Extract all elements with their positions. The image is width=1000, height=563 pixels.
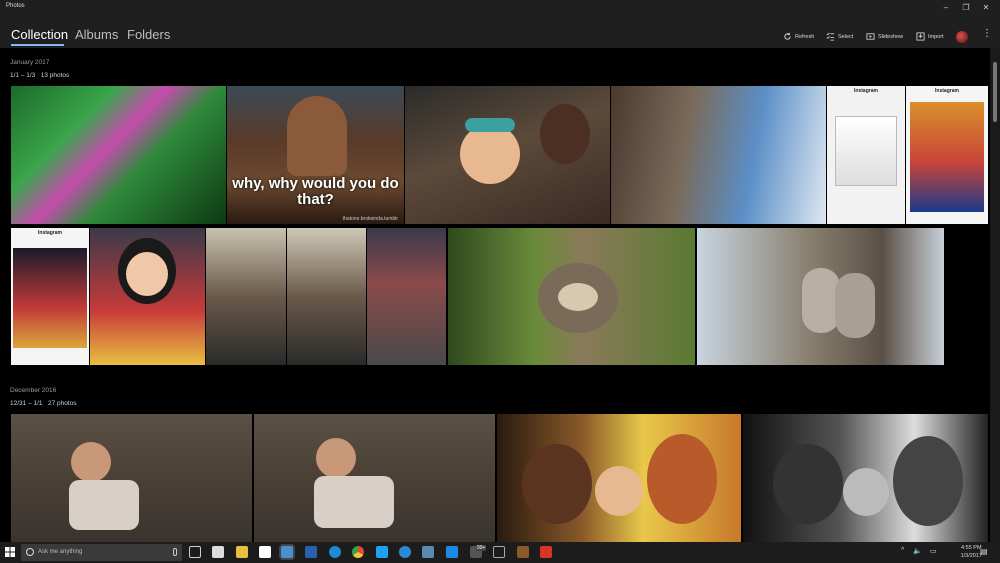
instagram-header: Instagram — [854, 88, 878, 94]
instagram-header-3: Instagram — [38, 230, 62, 236]
cortana-circle-icon — [26, 548, 34, 556]
group-title-january: January 2017 — [10, 59, 50, 66]
refresh-icon — [784, 32, 791, 40]
photo-family-color[interactable] — [497, 414, 741, 542]
minimize-button[interactable]: – — [940, 2, 952, 14]
group-photo-count: 13 photos — [40, 72, 70, 79]
tab-collection[interactable]: Collection — [11, 27, 68, 42]
word-icon[interactable] — [305, 546, 317, 558]
more-options-icon[interactable]: ⋮ — [982, 28, 992, 39]
photo-kitchen-2[interactable] — [287, 228, 366, 365]
task-view-icon[interactable] — [189, 546, 201, 558]
photo-owls[interactable] — [697, 228, 944, 365]
tab-folders[interactable]: Folders — [127, 27, 170, 42]
chrome-icon[interactable] — [352, 546, 364, 558]
messenger-icon[interactable] — [399, 546, 411, 558]
windows-start-icon[interactable] — [5, 547, 15, 557]
photo-tree-canyon[interactable] — [611, 86, 826, 224]
skype-icon[interactable] — [446, 546, 458, 558]
group-title-december: December 2016 — [10, 387, 57, 394]
slideshow-button[interactable]: Slideshow — [866, 32, 903, 41]
photos-app-icon[interactable] — [281, 546, 293, 558]
select-label: Select — [838, 33, 854, 40]
photo-desk[interactable] — [367, 228, 446, 365]
group-range-december: 12/31 – 1/1 27 photos — [10, 400, 77, 407]
cortana-search[interactable]: Ask me anything — [21, 544, 182, 561]
photo-father-baby[interactable] — [405, 86, 610, 224]
microphone-icon[interactable] — [173, 548, 177, 556]
notifications-app-icon[interactable]: 99+ — [470, 545, 487, 558]
app-icon-generic[interactable] — [422, 546, 434, 558]
taskbar: Ask me anything 99+ ^ 🔈 ▭ 4:55 PM 1/3/20… — [0, 542, 1000, 563]
app-icon-brown[interactable] — [517, 546, 529, 558]
group-range-dates: 1/1 – 1/3 — [10, 72, 36, 79]
refresh-button[interactable]: Refresh — [783, 32, 814, 41]
refresh-label: Refresh — [795, 33, 815, 40]
mail-icon[interactable] — [212, 546, 224, 558]
photo-sloth[interactable] — [448, 228, 695, 365]
instagram-header-2: Instagram — [935, 88, 959, 94]
network-icon[interactable]: ▭ — [930, 547, 937, 555]
photo-instagram-wonderwoman[interactable]: Instagram — [11, 228, 89, 365]
photo-meme[interactable]: why, why would you do that? thatone.brok… — [227, 86, 404, 224]
import-icon — [916, 32, 925, 41]
photo-family-bw[interactable] — [743, 414, 988, 542]
clock-time: 4:55 PM — [961, 545, 982, 551]
badge-count: 99+ — [476, 545, 487, 551]
checklist-icon — [826, 32, 835, 41]
photo-wonderwoman[interactable] — [90, 228, 205, 365]
slideshow-icon — [866, 33, 875, 40]
app-header: Collection Albums Folders Refresh Select… — [0, 16, 1000, 48]
photo-baby-couch-2[interactable] — [254, 414, 495, 542]
photo-instagram-supergirl[interactable]: Instagram — [906, 86, 988, 224]
import-button[interactable]: Import — [916, 32, 944, 41]
app-icon-text[interactable] — [493, 546, 505, 558]
import-label: Import — [928, 33, 944, 40]
group-photo-count-2: 27 photos — [47, 400, 77, 407]
group-range-january: 1/1 – 1/3 13 photos — [10, 72, 69, 79]
photo-baby-couch-1[interactable] — [11, 414, 252, 542]
photo-kitchen-1[interactable] — [206, 228, 286, 365]
photo-flowers[interactable] — [11, 86, 226, 224]
close-button[interactable]: ✕ — [980, 2, 992, 14]
group-range-dates-2: 12/31 – 1/1 — [10, 400, 43, 407]
clock-date: 1/3/2017 — [960, 552, 982, 559]
action-center-icon[interactable]: ▤ — [980, 547, 988, 556]
acrobat-icon[interactable] — [540, 546, 552, 558]
active-tab-indicator — [11, 44, 64, 46]
scrollbar-track[interactable] — [990, 48, 1000, 542]
photo-instagram-sketch[interactable]: Instagram — [827, 86, 905, 224]
maximize-button[interactable]: ❐ — [960, 2, 972, 14]
window-title: Photos — [6, 3, 25, 9]
search-placeholder: Ask me anything — [38, 549, 83, 555]
show-hidden-icons-icon[interactable]: ^ — [901, 547, 904, 554]
volume-icon[interactable]: 🔈 — [913, 547, 922, 555]
system-clock[interactable]: 4:55 PM 1/3/2017 — [961, 545, 982, 560]
file-explorer-icon[interactable] — [236, 546, 248, 558]
store-icon[interactable] — [259, 546, 271, 558]
twitter-icon[interactable] — [376, 546, 388, 558]
slideshow-label: Slideshow — [878, 33, 904, 40]
account-avatar[interactable] — [956, 31, 968, 43]
scrollbar-thumb[interactable] — [993, 62, 997, 122]
collection-view: January 2017 1/1 – 1/3 13 photos why, wh… — [0, 48, 988, 542]
tab-albums[interactable]: Albums — [75, 27, 118, 42]
meme-caption: why, why would you do that? — [232, 175, 399, 208]
select-button[interactable]: Select — [826, 32, 853, 41]
meme-watermark: thatone.brokeinda.tumblr — [342, 216, 398, 222]
title-bar: Photos – ❐ ✕ — [0, 0, 1000, 16]
edge-icon[interactable] — [329, 546, 341, 558]
